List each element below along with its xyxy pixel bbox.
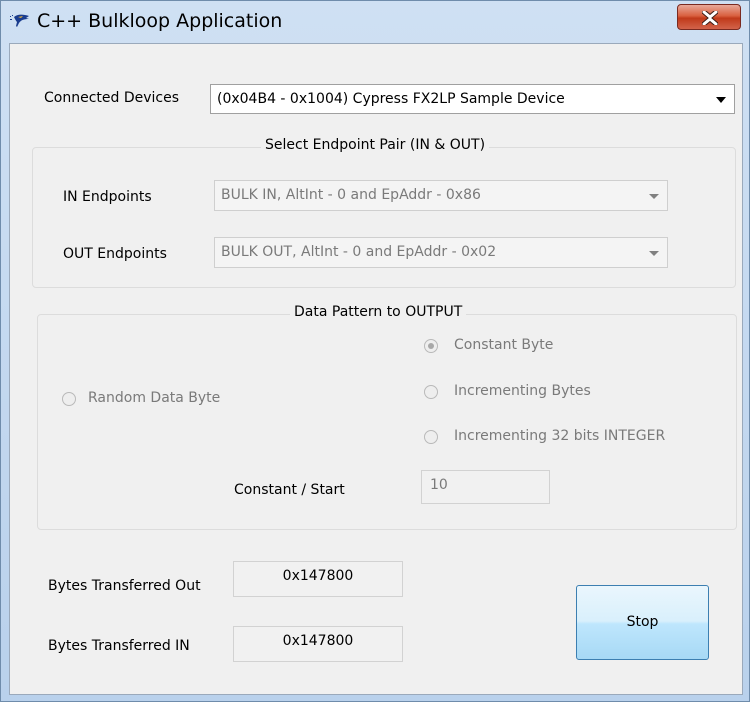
out-endpoints-value: BULK OUT, AltInt - 0 and EpAddr - 0x02 — [221, 244, 497, 260]
chevron-down-icon — [716, 97, 726, 103]
constant-start-label: Constant / Start — [234, 482, 345, 498]
bytes-transferred-out-label: Bytes Transferred Out — [48, 578, 201, 594]
connected-devices-label: Connected Devices — [44, 90, 180, 106]
radio-circle — [424, 385, 438, 399]
close-icon — [702, 11, 718, 25]
data-pattern-group-title: Data Pattern to OUTPUT — [290, 304, 467, 320]
constant-byte-label: Constant Byte — [454, 337, 554, 353]
connected-devices-value: (0x04B4 - 0x1004) Cypress FX2LP Sample D… — [217, 91, 565, 107]
cypress-logo-icon — [9, 13, 31, 29]
bytes-transferred-out-value: 0x147800 — [282, 568, 354, 584]
stop-button-label: Stop — [626, 614, 659, 630]
bytes-transferred-in-value: 0x147800 — [282, 633, 354, 649]
bytes-transferred-in-field: 0x147800 — [233, 626, 403, 662]
bytes-transferred-in-label: Bytes Transferred IN — [48, 638, 190, 654]
in-endpoints-value: BULK IN, AltInt - 0 and EpAddr - 0x86 — [221, 187, 481, 203]
constant-start-input[interactable]: 10 — [421, 470, 550, 504]
incrementing-32bit-integer-radio[interactable]: Incrementing 32 bits INTEGER — [424, 428, 714, 448]
connected-devices-dropdown[interactable]: (0x04B4 - 0x1004) Cypress FX2LP Sample D… — [210, 84, 735, 114]
out-endpoints-dropdown[interactable]: BULK OUT, AltInt - 0 and EpAddr - 0x02 — [214, 237, 668, 268]
constant-start-value: 10 — [430, 477, 448, 493]
bytes-transferred-out-field: 0x147800 — [233, 561, 403, 597]
out-endpoints-label: OUT Endpoints — [63, 246, 167, 262]
close-button[interactable] — [677, 4, 741, 30]
title-bar[interactable]: C++ Bulkloop Application — [1, 1, 749, 41]
radio-circle — [424, 339, 438, 353]
endpoint-group-title: Select Endpoint Pair (IN & OUT) — [261, 137, 490, 153]
application-window: C++ Bulkloop Application Connected Devic… — [0, 0, 750, 702]
chevron-down-icon — [649, 194, 659, 199]
in-endpoints-label: IN Endpoints — [63, 189, 152, 205]
incrementing-bytes-label: Incrementing Bytes — [454, 383, 591, 399]
incrementing-bytes-radio[interactable]: Incrementing Bytes — [424, 383, 624, 403]
random-data-byte-radio[interactable]: Random Data Byte — [62, 390, 262, 410]
chevron-down-icon — [649, 251, 659, 256]
incrementing-32bit-integer-label: Incrementing 32 bits INTEGER — [454, 428, 666, 444]
constant-byte-radio[interactable]: Constant Byte — [424, 337, 624, 357]
stop-button[interactable]: Stop — [576, 585, 709, 660]
endpoint-pair-group: Select Endpoint Pair (IN & OUT) IN Endpo… — [32, 137, 736, 288]
in-endpoints-dropdown[interactable]: BULK IN, AltInt - 0 and EpAddr - 0x86 — [214, 180, 668, 211]
window-title: C++ Bulkloop Application — [37, 10, 283, 32]
client-area: Connected Devices (0x04B4 - 0x1004) Cypr… — [9, 43, 743, 695]
radio-circle — [424, 430, 438, 444]
radio-circle — [62, 392, 76, 406]
data-pattern-group: Data Pattern to OUTPUT Random Data Byte … — [37, 304, 737, 530]
random-data-byte-label: Random Data Byte — [88, 390, 221, 406]
